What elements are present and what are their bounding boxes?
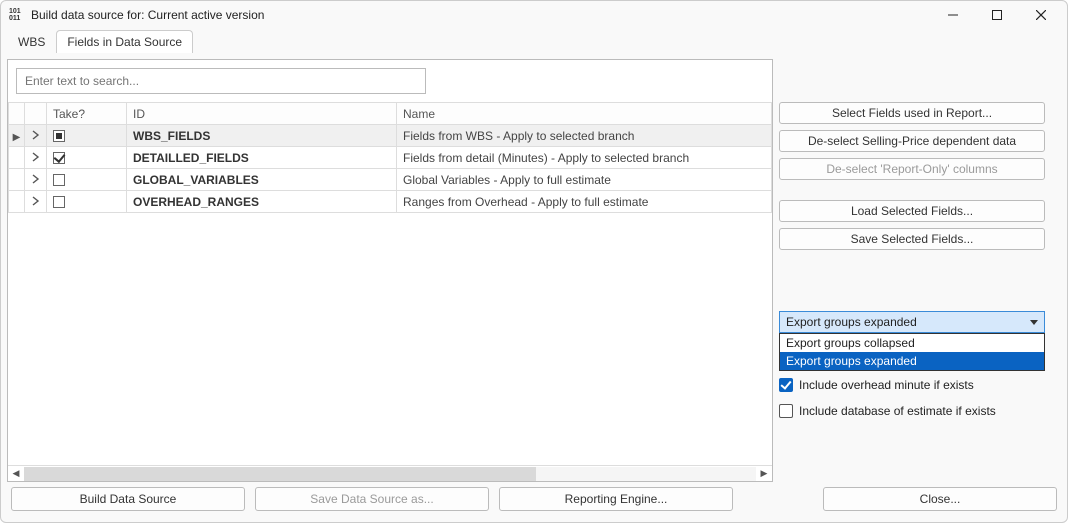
export-groups-option-collapsed[interactable]: Export groups collapsed	[780, 334, 1044, 352]
table-row[interactable]: GLOBAL_VARIABLES Global Variables - Appl…	[9, 169, 772, 191]
row-id: DETAILLED_FIELDS	[127, 147, 397, 169]
select-fields-button[interactable]: Select Fields used in Report...	[779, 102, 1045, 124]
row-name: Fields from WBS - Apply to selected bran…	[397, 125, 772, 147]
reporting-engine-button[interactable]: Reporting Engine...	[499, 487, 733, 511]
chevron-right-icon[interactable]	[32, 151, 40, 165]
take-checkbox[interactable]	[53, 152, 65, 164]
take-checkbox[interactable]	[53, 196, 65, 208]
fields-grid: Take? ID Name ▶ WBS_FIELDS Fields from W…	[8, 102, 772, 213]
horizontal-scrollbar[interactable]: ◀ ▶	[8, 465, 772, 481]
scroll-left-icon[interactable]: ◀	[8, 467, 24, 481]
window-maximize-button[interactable]	[975, 2, 1019, 28]
deselect-report-only-button[interactable]: De-select 'Report-Only' columns	[779, 158, 1045, 180]
window-title: Build data source for: Current active ve…	[31, 8, 264, 22]
close-button[interactable]: Close...	[823, 487, 1057, 511]
app-icon: 101011	[9, 7, 25, 23]
tab-wbs[interactable]: WBS	[7, 30, 56, 53]
row-name: Ranges from Overhead - Apply to full est…	[397, 191, 772, 213]
window-close-button[interactable]	[1019, 2, 1063, 28]
include-overhead-label: Include overhead minute if exists	[799, 378, 974, 392]
chevron-right-icon[interactable]	[32, 173, 40, 187]
include-overhead-checkbox[interactable]	[779, 378, 793, 392]
window-minimize-button[interactable]	[931, 2, 975, 28]
col-expand[interactable]	[25, 103, 47, 125]
chevron-right-icon[interactable]	[32, 195, 40, 209]
col-indicator[interactable]	[9, 103, 25, 125]
col-id[interactable]: ID	[127, 103, 397, 125]
export-groups-option-expanded[interactable]: Export groups expanded	[780, 352, 1044, 370]
build-data-source-button[interactable]: Build Data Source	[11, 487, 245, 511]
table-row[interactable]: DETAILLED_FIELDS Fields from detail (Min…	[9, 147, 772, 169]
chevron-right-icon[interactable]	[32, 129, 40, 143]
scroll-right-icon[interactable]: ▶	[756, 467, 772, 481]
take-checkbox[interactable]	[53, 130, 65, 142]
tab-fields-in-data-source[interactable]: Fields in Data Source	[56, 30, 193, 53]
take-checkbox[interactable]	[53, 174, 65, 186]
export-groups-dropdown-list: Export groups collapsed Export groups ex…	[779, 333, 1045, 371]
row-indicator-icon: ▶	[13, 132, 21, 143]
row-name: Fields from detail (Minutes) - Apply to …	[397, 147, 772, 169]
include-database-label: Include database of estimate if exists	[799, 404, 996, 418]
save-selected-fields-button[interactable]: Save Selected Fields...	[779, 228, 1045, 250]
save-data-source-as-button[interactable]: Save Data Source as...	[255, 487, 489, 511]
search-input[interactable]	[16, 68, 426, 94]
col-name[interactable]: Name	[397, 103, 772, 125]
row-name: Global Variables - Apply to full estimat…	[397, 169, 772, 191]
include-database-checkbox[interactable]	[779, 404, 793, 418]
table-row[interactable]: ▶ WBS_FIELDS Fields from WBS - Apply to …	[9, 125, 772, 147]
row-id: WBS_FIELDS	[127, 125, 397, 147]
row-id: OVERHEAD_RANGES	[127, 191, 397, 213]
col-take[interactable]: Take?	[47, 103, 127, 125]
table-row[interactable]: OVERHEAD_RANGES Ranges from Overhead - A…	[9, 191, 772, 213]
load-selected-fields-button[interactable]: Load Selected Fields...	[779, 200, 1045, 222]
row-id: GLOBAL_VARIABLES	[127, 169, 397, 191]
deselect-selling-price-button[interactable]: De-select Selling-Price dependent data	[779, 130, 1045, 152]
export-groups-select[interactable]: Export groups expanded	[779, 311, 1045, 333]
